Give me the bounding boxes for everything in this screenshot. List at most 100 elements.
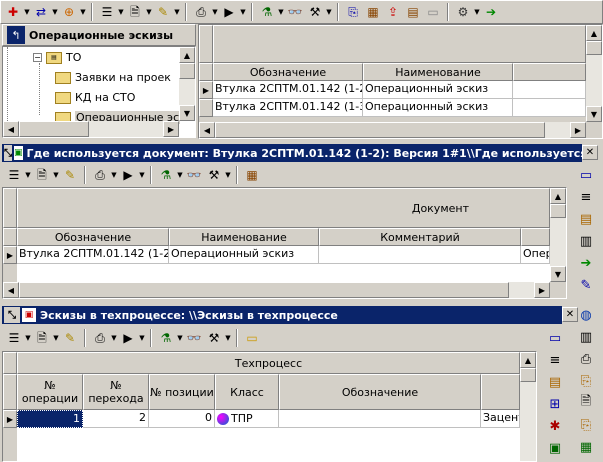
dropdown-arrow-icon[interactable]: ▼ bbox=[23, 8, 31, 16]
dropdown-arrow-icon[interactable]: ▼ bbox=[224, 334, 232, 342]
dropdown-arrow-icon[interactable]: ▼ bbox=[117, 8, 125, 16]
settings-icon[interactable]: ✱ bbox=[545, 416, 565, 436]
dropdown-arrow-icon[interactable]: ▼ bbox=[138, 171, 146, 179]
dropdown-arrow-icon[interactable]: ▼ bbox=[138, 334, 146, 342]
scroll-thumb[interactable] bbox=[19, 121, 89, 137]
copy-icon[interactable]: ⎘ bbox=[576, 415, 596, 435]
scroll-down-icon[interactable]: ▼ bbox=[179, 105, 195, 121]
where-used-vscroll[interactable]: ▲ ▼ bbox=[550, 188, 566, 282]
copy-icon[interactable]: ⎘ bbox=[576, 371, 596, 391]
dropdown-arrow-icon[interactable]: ▼ bbox=[110, 334, 118, 342]
column-header-designation[interactable]: Обозначение bbox=[279, 374, 481, 410]
copy-icon[interactable]: ⎘ bbox=[344, 3, 362, 21]
tree-hscroll[interactable]: ◀ ▶ bbox=[3, 121, 179, 137]
scroll-left-icon[interactable]: ◀ bbox=[3, 121, 19, 137]
sketches-titlebar[interactable]: ⤡ ▣ Эскизы в техпроцессе: \\Эскизы в тех… bbox=[2, 306, 562, 324]
column-header-extra[interactable] bbox=[513, 63, 586, 81]
dropdown-arrow-icon[interactable]: ▼ bbox=[473, 8, 481, 16]
properties-icon[interactable]: ✎ bbox=[154, 3, 172, 21]
column-header-extra[interactable] bbox=[521, 228, 550, 246]
align-icon[interactable]: ≡ bbox=[545, 350, 565, 370]
table-cell[interactable] bbox=[513, 99, 586, 117]
scroll-thumb[interactable] bbox=[550, 204, 566, 218]
print-icon[interactable]: ⎙ bbox=[91, 166, 109, 184]
collapse-icon[interactable]: − bbox=[33, 53, 42, 62]
tree-icon[interactable]: ⊞ bbox=[545, 394, 565, 414]
column-header-extra[interactable] bbox=[481, 374, 520, 410]
dropdown-arrow-icon[interactable]: ▼ bbox=[24, 171, 32, 179]
properties-icon[interactable]: ✎ bbox=[61, 166, 79, 184]
find-icon[interactable]: 👓 bbox=[286, 3, 304, 21]
add-icon[interactable]: ✚ bbox=[4, 3, 22, 21]
close-icon[interactable]: ✕ bbox=[582, 145, 598, 160]
go-icon[interactable]: ➔ bbox=[482, 3, 500, 21]
export-icon[interactable]: ⇪ bbox=[384, 3, 402, 21]
dropdown-arrow-icon[interactable]: ▼ bbox=[277, 8, 285, 16]
column-header-comment[interactable]: Комментарий bbox=[319, 228, 521, 246]
properties-icon[interactable]: ✎ bbox=[61, 329, 79, 347]
dropdown-arrow-icon[interactable]: ▼ bbox=[176, 334, 184, 342]
structure-icon[interactable]: ▦ bbox=[364, 3, 382, 21]
find-icon[interactable]: 👓 bbox=[185, 166, 203, 184]
scroll-up-icon[interactable]: ▲ bbox=[550, 188, 566, 204]
window-icon[interactable]: ▭ bbox=[545, 328, 565, 348]
where-used-titlebar[interactable]: ⤡ ▣ Где используется документ: Втулка 2С… bbox=[2, 144, 582, 162]
add-multi-icon[interactable]: ⇄ bbox=[32, 3, 50, 21]
dropdown-arrow-icon[interactable]: ▼ bbox=[325, 8, 333, 16]
dropdown-arrow-icon[interactable]: ▼ bbox=[224, 171, 232, 179]
column-header-operation-number[interactable]: № операции bbox=[17, 374, 83, 410]
scroll-thumb[interactable] bbox=[19, 282, 509, 298]
dropdown-arrow-icon[interactable]: ▼ bbox=[239, 8, 247, 16]
document-icon[interactable]: 🗎 bbox=[33, 329, 51, 347]
filter-icon[interactable]: ⚗ bbox=[157, 329, 175, 347]
column-header-transition-number[interactable]: № перехода bbox=[83, 374, 149, 410]
column-header-name[interactable]: Наименование bbox=[169, 228, 319, 246]
table-cell[interactable]: 2 bbox=[83, 410, 149, 428]
dropdown-arrow-icon[interactable]: ▼ bbox=[173, 8, 181, 16]
scroll-right-icon[interactable]: ▶ bbox=[163, 121, 179, 137]
scroll-right-icon[interactable]: ▶ bbox=[534, 282, 550, 298]
document-icon[interactable]: 🗎 bbox=[33, 166, 51, 184]
top-table-hscroll[interactable]: ◀ ▶ bbox=[199, 122, 586, 138]
run-icon[interactable]: ▶ bbox=[119, 329, 137, 347]
table-cell[interactable]: Операционный эскиз bbox=[169, 246, 319, 264]
tools-icon[interactable]: ⚒ bbox=[306, 3, 324, 21]
list-icon[interactable]: ☰ bbox=[98, 3, 116, 21]
barcode-icon[interactable]: ▥ bbox=[576, 327, 596, 347]
table-cell-selected[interactable]: 1 bbox=[17, 410, 83, 428]
scroll-down-icon[interactable]: ▼ bbox=[550, 266, 566, 282]
column-header-position-number[interactable]: № позиции bbox=[149, 374, 215, 410]
align-icon[interactable]: ≡ bbox=[576, 187, 596, 207]
dropdown-arrow-icon[interactable]: ▼ bbox=[51, 8, 59, 16]
arrow-right-icon[interactable]: ➔ bbox=[576, 253, 596, 273]
dropdown-arrow-icon[interactable]: ▼ bbox=[52, 171, 60, 179]
column-header-designation[interactable]: Обозначение bbox=[213, 63, 363, 81]
dropdown-arrow-icon[interactable]: ▼ bbox=[79, 8, 87, 16]
dropdown-arrow-icon[interactable]: ▼ bbox=[24, 334, 32, 342]
table-cell[interactable] bbox=[319, 246, 521, 264]
list-icon[interactable]: ☰ bbox=[5, 329, 23, 347]
edit-icon[interactable]: ✎ bbox=[576, 275, 596, 295]
table-cell[interactable]: Операционный эскиз bbox=[363, 99, 513, 117]
filter-icon[interactable]: ⚗ bbox=[258, 3, 276, 21]
find-icon[interactable]: 👓 bbox=[185, 329, 203, 347]
print-icon[interactable]: ⎙ bbox=[91, 329, 109, 347]
dropdown-arrow-icon[interactable]: ▼ bbox=[145, 8, 153, 16]
window-icon[interactable]: ▭ bbox=[576, 165, 596, 185]
table-cell[interactable]: Втулка 2СПТМ.01.142 (1-3) bbox=[213, 99, 363, 117]
back-icon[interactable]: ↰ bbox=[7, 26, 25, 44]
globe-icon[interactable]: ◍ bbox=[576, 305, 596, 325]
table-cell[interactable]: Зацент bbox=[481, 410, 520, 428]
scroll-up-icon[interactable]: ▲ bbox=[586, 25, 602, 41]
table-cell[interactable]: Втулка 2СПТМ.01.142 (1-2) bbox=[17, 246, 169, 264]
scroll-right-icon[interactable]: ▶ bbox=[570, 122, 586, 138]
folder-icon[interactable]: ▭ bbox=[424, 3, 442, 21]
report-icon[interactable]: ▤ bbox=[576, 209, 596, 229]
tools-icon[interactable]: ⚒ bbox=[205, 329, 223, 347]
dropdown-arrow-icon[interactable]: ▼ bbox=[176, 171, 184, 179]
document-icon[interactable]: 🗎 bbox=[576, 393, 596, 413]
where-used-hscroll[interactable]: ◀ ▶ bbox=[3, 282, 550, 298]
scroll-left-icon[interactable]: ◀ bbox=[3, 282, 19, 298]
scroll-down-icon[interactable]: ▼ bbox=[586, 106, 602, 122]
barcode-icon[interactable]: ▥ bbox=[576, 231, 596, 251]
